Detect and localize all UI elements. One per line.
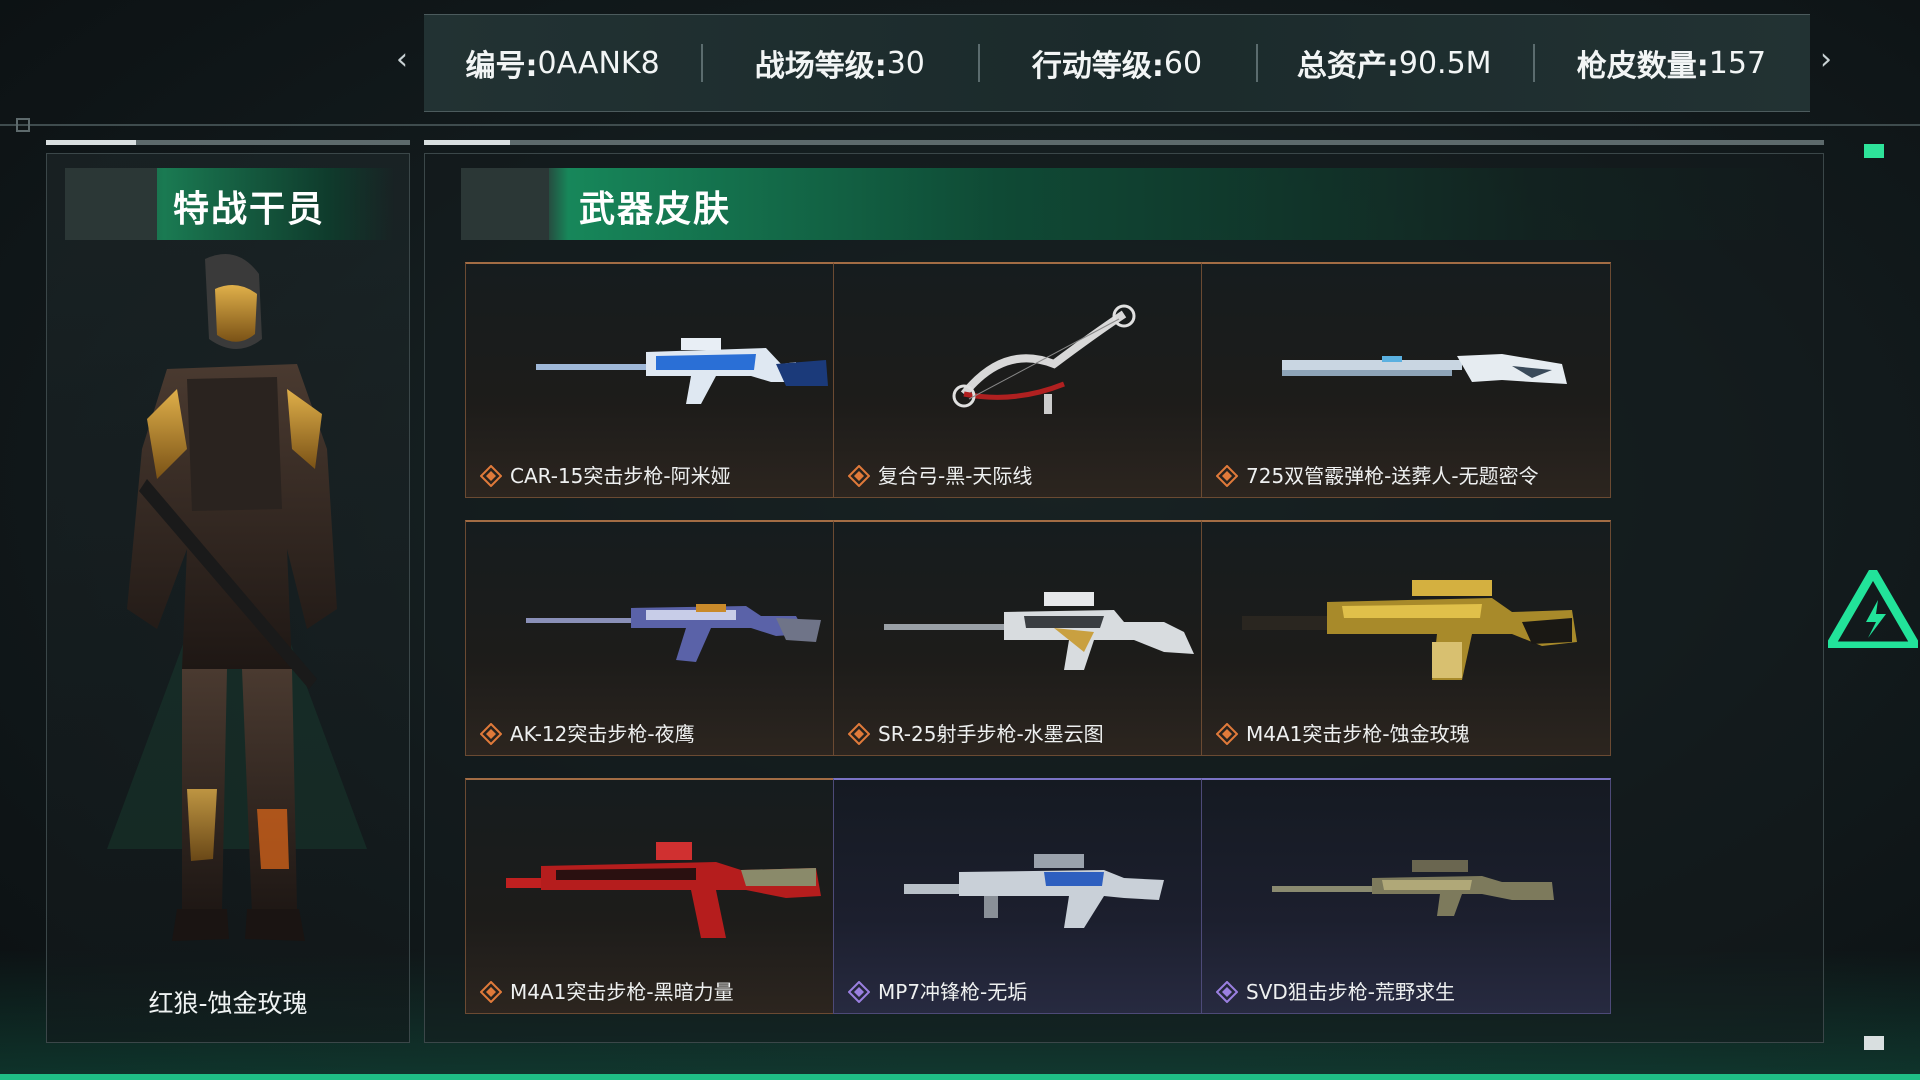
side-indicator	[1864, 1036, 1884, 1050]
stat-skin-count: 枪皮数量: 157	[1532, 41, 1810, 85]
skin-card[interactable]: CAR-15突击步枪-阿米娅	[465, 262, 875, 498]
game-logo-icon	[1828, 570, 1918, 648]
skin-name: 复合弓-黑-天际线	[878, 464, 1033, 488]
stat-label: 枪皮数量:	[1576, 49, 1709, 84]
skin-name: AK-12突击步枪-夜鹰	[510, 722, 695, 746]
skin-card[interactable]: SR-25射手步枪-水墨云图	[833, 520, 1243, 756]
side-indicator	[1864, 144, 1884, 158]
marksman-rifle-skin-image	[884, 592, 1194, 670]
stat-id: 编号: 0AANK8	[424, 41, 701, 85]
skin-name: SR-25射手步枪-水墨云图	[878, 722, 1104, 746]
frame-corner-square	[16, 118, 30, 132]
rifle-skin-image	[526, 604, 821, 662]
header-notch	[65, 168, 157, 240]
skin-card[interactable]: AK-12突击步枪-夜鹰	[465, 520, 875, 756]
stat-operation-level: 行动等级: 60	[978, 41, 1255, 85]
rarity-orange-icon	[848, 465, 870, 487]
skins-panel-topline	[424, 140, 1824, 145]
skin-name: CAR-15突击步枪-阿米娅	[510, 464, 731, 488]
player-stats-bar: 编号: 0AANK8 战场等级: 30 行动等级: 60 总资产: 90.5M …	[424, 14, 1810, 112]
header-notch	[461, 168, 549, 240]
rarity-purple-icon	[1216, 981, 1238, 1003]
rarity-orange-icon	[480, 723, 502, 745]
rarity-orange-icon	[1216, 723, 1238, 745]
stat-value: 60	[1163, 45, 1203, 81]
rarity-purple-icon	[848, 981, 870, 1003]
agent-panel: 特战干员 红狼-蚀金玫瑰	[46, 153, 410, 1043]
stat-value: 0AANK8	[537, 45, 660, 81]
rarity-orange-icon	[480, 465, 502, 487]
stat-total-assets: 总资产: 90.5M	[1255, 41, 1533, 85]
rifle-skin-image	[1242, 580, 1577, 680]
shotgun-skin-image	[1282, 354, 1567, 384]
bottom-accent-line	[0, 1074, 1920, 1080]
rarity-orange-icon	[1216, 465, 1238, 487]
agent-name: 红狼-蚀金玫瑰	[148, 989, 308, 1018]
stat-value: 157	[1708, 45, 1767, 81]
skins-panel-title: 武器皮肤	[579, 189, 732, 230]
agent-panel-topline	[46, 140, 410, 145]
skin-card[interactable]: 725双管霰弹枪-送葬人-无题密令	[1201, 262, 1611, 498]
weapon-skins-panel: 武器皮肤 CAR-15突击步枪-阿米娅 复合弓-黑-天际线 725双管霰弹枪-送…	[424, 153, 1824, 1043]
skin-card[interactable]: MP7冲锋枪-无垢	[833, 778, 1243, 1014]
skin-name: M4A1突击步枪-黑暗力量	[510, 980, 734, 1004]
stat-value: 30	[886, 45, 925, 81]
agent-panel-header: 特战干员	[65, 168, 395, 240]
skins-panel-header: 武器皮肤	[461, 168, 1801, 240]
stat-label: 编号:	[465, 49, 538, 84]
stat-battlefield-level: 战场等级: 30	[701, 41, 978, 85]
skin-card[interactable]: 复合弓-黑-天际线	[833, 262, 1243, 498]
agent-portrait[interactable]	[87, 249, 377, 949]
skin-name: 725双管霰弹枪-送葬人-无题密令	[1246, 464, 1539, 488]
stat-label: 总资产:	[1296, 49, 1399, 84]
skin-card[interactable]: M4A1突击步枪-黑暗力量	[465, 778, 875, 1014]
prev-arrow-icon[interactable]: ‹	[396, 42, 408, 77]
bow-skin-image	[952, 304, 1136, 414]
sniper-rifle-skin-image	[1272, 860, 1554, 916]
smg-skin-image	[904, 854, 1164, 928]
skin-card[interactable]: SVD狙击步枪-荒野求生	[1201, 778, 1611, 1014]
skin-name: MP7冲锋枪-无垢	[878, 980, 1028, 1004]
next-arrow-icon[interactable]: ›	[1820, 42, 1832, 77]
stat-label: 战场等级:	[754, 49, 887, 84]
rarity-orange-icon	[848, 723, 870, 745]
skin-card[interactable]: M4A1突击步枪-蚀金玫瑰	[1201, 520, 1611, 756]
skin-name: M4A1突击步枪-蚀金玫瑰	[1246, 722, 1470, 746]
frame-divider	[0, 124, 1920, 126]
stat-label: 行动等级:	[1031, 49, 1164, 84]
rifle-skin-image	[506, 842, 821, 938]
skin-name: SVD狙击步枪-荒野求生	[1246, 980, 1455, 1004]
stat-value: 90.5M	[1398, 45, 1492, 81]
rifle-skin-image	[536, 338, 828, 404]
rarity-orange-icon	[480, 981, 502, 1003]
agent-panel-title: 特战干员	[173, 189, 326, 230]
